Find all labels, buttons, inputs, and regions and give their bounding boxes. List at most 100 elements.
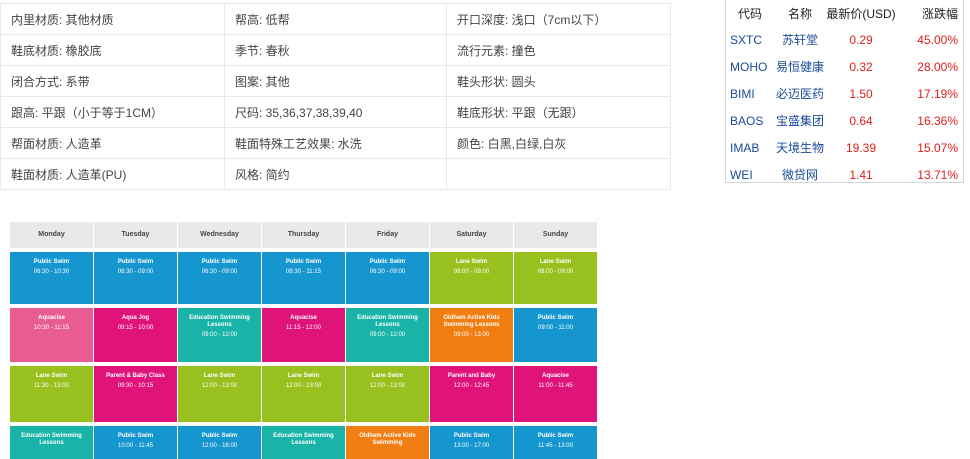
session-cell[interactable]: Aquacise 11:00 - 11:45 xyxy=(514,366,598,422)
session-time: 06:30 - 09:00 xyxy=(117,269,154,275)
header-price: 最新价(USD) xyxy=(826,6,896,21)
stock-row[interactable]: SXTC 苏轩堂 0.29 45.00% xyxy=(726,26,963,53)
session-title: Lane Swim xyxy=(35,373,68,379)
session-cell[interactable]: Parent & Baby Class 09:30 - 10:15 xyxy=(94,366,178,422)
session-cell[interactable]: Parent and Baby 12:00 - 12:45 xyxy=(430,366,514,422)
session-cell[interactable]: Oldham Active Kids Swimming Lessons 09:00… xyxy=(430,308,514,362)
stock-row[interactable]: IMAB 天境生物 19.39 15.07% xyxy=(726,134,963,161)
stock-row[interactable]: BIMI 必迈医药 1.50 17.19% xyxy=(726,80,963,107)
session-cell[interactable]: Education Swimming Lessons xyxy=(262,426,346,459)
stock-row[interactable]: WEI 微贷网 1.41 13.71% xyxy=(726,161,963,188)
stock-name-link[interactable]: 必迈医药 xyxy=(774,85,826,102)
session-cell[interactable]: Public Swim 06:30 - 09:00 xyxy=(346,252,430,304)
attribute-cell: 鞋面材质: 人造革(PU) xyxy=(0,158,225,190)
timetable-row: Education Swimming Lessons Public Swim 10:… xyxy=(10,426,598,459)
session-cell[interactable]: Lane Swim 08:00 - 09:00 xyxy=(430,252,514,304)
session-title: Public Swim xyxy=(453,433,490,439)
session-time: 10:30 - 11:15 xyxy=(34,325,69,331)
session-time: 06:30 - 09:00 xyxy=(201,269,238,275)
session-title: Lane Swim xyxy=(287,373,320,379)
session-cell[interactable]: Aqua Jog 09:15 - 10:00 xyxy=(94,308,178,362)
stock-name-link[interactable]: 宝盛集团 xyxy=(774,112,826,129)
session-cell[interactable]: Public Swim 06:30 - 09:00 xyxy=(94,252,178,304)
session-cell[interactable]: Public Swim 06:30 - 09:00 xyxy=(178,252,262,304)
product-attributes-table: 内里材质: 其他材质 帮高: 低帮 开口深度: 浅口（7cm以下） 鞋底材质: 橡胶底… xyxy=(0,3,671,190)
attribute-cell xyxy=(446,158,671,190)
session-cell[interactable]: Aquacise 10:30 - 11:15 xyxy=(10,308,94,362)
session-cell[interactable]: Public Swim 11:45 - 13:00 xyxy=(514,426,598,459)
attribute-cell: 季节: 春秋 xyxy=(224,34,447,66)
swim-timetable: Monday Tuesday Wednesday Thursday Friday Satu… xyxy=(10,222,598,459)
session-title: Lane Swim xyxy=(371,373,404,379)
session-cell[interactable]: Education Swimming Lessons 09:00 - 12:00 xyxy=(346,308,430,362)
stock-code-link[interactable]: IMAB xyxy=(726,141,774,155)
session-time: 13:00 - 17:00 xyxy=(453,443,490,449)
attribute-row: 鞋底材质: 橡胶底 季节: 春秋 流行元素: 撞色 xyxy=(0,34,671,66)
stock-change: 16.36% xyxy=(917,113,958,128)
session-time: 09:00 - 13:00 xyxy=(453,332,490,338)
session-cell[interactable]: Education Swimming Lessons 09:00 - 12:00 xyxy=(178,308,262,362)
session-time: 09:00 - 11:00 xyxy=(538,325,573,331)
session-cell[interactable]: Public Swim 06:30 - 11:15 xyxy=(262,252,346,304)
session-cell[interactable]: Lane Swim 12:00 - 13:00 xyxy=(262,366,346,422)
session-title: Aquacise xyxy=(38,315,65,321)
attribute-cell: 开口深度: 浅口（7cm以下） xyxy=(446,3,671,35)
session-time: 06:30 - 11:15 xyxy=(286,269,321,275)
timetable-body: Public Swim 06:30 - 10:30 Public Swim 06:30… xyxy=(10,252,598,459)
stock-price: 0.29 xyxy=(849,32,873,47)
stock-name-link[interactable]: 易恒健康 xyxy=(774,58,826,75)
session-cell[interactable]: Public Swim 12:00 - 16:00 xyxy=(178,426,262,459)
session-title: Education Swimming Lessons xyxy=(189,315,250,328)
stock-name-link[interactable]: 苏轩堂 xyxy=(774,31,826,48)
session-cell[interactable]: Lane Swim 12:00 - 13:00 xyxy=(346,366,430,422)
session-title: Oldham Active Kids Swimming Lessons xyxy=(443,315,500,328)
stock-code-link[interactable]: MOHO xyxy=(726,60,774,74)
attribute-row: 内里材质: 其他材质 帮高: 低帮 开口深度: 浅口（7cm以下） xyxy=(0,3,671,35)
day-header-tuesday: Tuesday xyxy=(94,222,178,248)
session-time: 12:00 - 12:45 xyxy=(453,383,490,389)
stock-row[interactable]: BAOS 宝盛集团 0.64 16.36% xyxy=(726,107,963,134)
stock-name-link[interactable]: 天境生物 xyxy=(774,139,826,156)
stock-code-link[interactable]: SXTC xyxy=(726,33,774,47)
stock-name-link[interactable]: 微贷网 xyxy=(774,166,826,183)
session-title: Education Swimming Lessons xyxy=(273,433,334,446)
session-time: 11:00 - 11:45 xyxy=(538,383,573,389)
session-title: Public Swim xyxy=(33,259,70,265)
session-cell[interactable]: Oldham Active Kids Swimming xyxy=(346,426,430,459)
attribute-row: 帮面材质: 人造革 鞋面特殊工艺效果: 水洗 颜色: 白黑,白绿,白灰 xyxy=(0,127,671,159)
attribute-cell: 图案: 其他 xyxy=(224,65,447,97)
stock-price: 1.50 xyxy=(849,86,873,101)
header-change: 涨跌幅 xyxy=(921,6,958,21)
session-cell[interactable]: Lane Swim 11:30 - 13:00 xyxy=(10,366,94,422)
day-header-sunday: Sunday xyxy=(514,222,598,248)
stock-quote-panel: 代码 名称 最新价(USD) 涨跌幅 SXTC 苏轩堂 0.29 45.00% MOHO… xyxy=(725,0,964,183)
stock-price: 1.41 xyxy=(849,167,873,182)
session-cell[interactable]: Lane Swim 12:00 - 13:00 xyxy=(178,366,262,422)
session-cell[interactable]: Education Swimming Lessons xyxy=(10,426,94,459)
session-title: Public Swim xyxy=(285,259,322,265)
attribute-row: 跟高: 平跟（小于等于1CM） 尺码: 35,36,37,38,39,40 鞋底形状… xyxy=(0,96,671,128)
attributes-body: 内里材质: 其他材质 帮高: 低帮 开口深度: 浅口（7cm以下） 鞋底材质: 橡胶底… xyxy=(0,3,671,190)
stock-code-link[interactable]: BAOS xyxy=(726,114,774,128)
session-cell[interactable]: Public Swim 10:00 - 11:45 xyxy=(94,426,178,459)
stock-change: 13.71% xyxy=(917,167,958,182)
timetable-row: Aquacise 10:30 - 11:15 Aqua Jog 09:15 - 10:… xyxy=(10,308,598,362)
attribute-cell: 流行元素: 撞色 xyxy=(446,34,671,66)
attribute-cell: 尺码: 35,36,37,38,39,40 xyxy=(224,96,447,128)
session-title: Public Swim xyxy=(201,433,238,439)
stock-change: 28.00% xyxy=(917,59,958,74)
stock-code-link[interactable]: BIMI xyxy=(726,87,774,101)
session-title: Parent & Baby Class xyxy=(106,373,165,379)
session-cell[interactable]: Public Swim 13:00 - 17:00 xyxy=(430,426,514,459)
session-time: 09:00 - 12:00 xyxy=(201,332,238,338)
day-header-friday: Friday xyxy=(346,222,430,248)
attribute-cell: 风格: 简约 xyxy=(224,158,447,190)
session-cell[interactable]: Public Swim 06:30 - 10:30 xyxy=(10,252,94,304)
stock-code-link[interactable]: WEI xyxy=(726,168,774,182)
session-cell[interactable]: Public Swim 09:00 - 11:00 xyxy=(514,308,598,362)
stock-row[interactable]: MOHO 易恒健康 0.32 28.00% xyxy=(726,53,963,80)
session-time: 06:30 - 09:00 xyxy=(369,269,406,275)
session-cell[interactable]: Lane Swim 08:00 - 09:00 xyxy=(514,252,598,304)
header-code: 代码 xyxy=(737,6,762,21)
session-cell[interactable]: Aquacise 11:15 - 12:00 xyxy=(262,308,346,362)
